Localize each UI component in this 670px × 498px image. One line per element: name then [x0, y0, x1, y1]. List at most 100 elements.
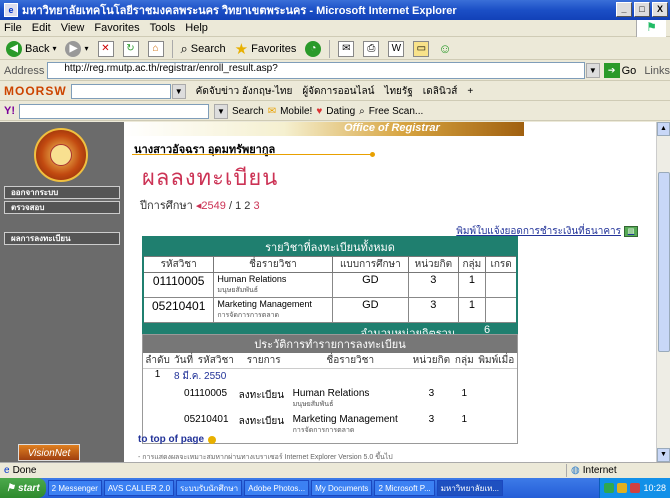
home-button[interactable]: ⌂: [145, 39, 167, 59]
course-name-cell: Human Relations มนุษยสัมพันธ์: [213, 272, 333, 298]
menu-tools[interactable]: Tools: [150, 22, 176, 34]
moorsw-link-3[interactable]: ไทยรัฐ: [384, 84, 412, 99]
go-label: Go: [621, 64, 637, 77]
course-name-cell: Marketing Management การจัดการการตลาด: [213, 297, 333, 323]
column-header: พิมพ์เมื่อ: [475, 353, 517, 369]
favorites-label: Favorites: [251, 42, 297, 55]
scroll-down-icon[interactable]: ▼: [657, 448, 670, 462]
menu-edit[interactable]: Edit: [32, 22, 51, 34]
start-button[interactable]: ⚑ start: [0, 478, 46, 498]
mail-button[interactable]: ✉: [335, 39, 357, 59]
moorsw-add-icon[interactable]: +: [467, 86, 473, 97]
tray-icon[interactable]: [617, 483, 628, 493]
vertical-scrollbar[interactable]: ▲ ▼: [656, 122, 670, 462]
task-photoshop[interactable]: Adobe Photos...: [244, 480, 310, 496]
edit-button[interactable]: W: [385, 39, 407, 59]
column-header: วันที่: [172, 353, 196, 369]
dating-link[interactable]: Dating: [326, 106, 355, 117]
semester-1[interactable]: 1: [235, 200, 241, 212]
credits: 3: [408, 297, 459, 323]
top-of-page-link[interactable]: to top of page: [138, 434, 217, 445]
moorsw-logo[interactable]: MOORSW: [4, 84, 67, 98]
close-button[interactable]: X: [652, 2, 668, 17]
year-link[interactable]: 2549: [201, 200, 225, 212]
entry-number: 1: [154, 369, 161, 380]
column-header: รายการ: [236, 353, 291, 369]
search-label: Search: [190, 42, 226, 55]
banner-title: Office of Registrar: [344, 122, 440, 134]
scroll-up-icon[interactable]: ▲: [657, 122, 670, 136]
print-button[interactable]: ⎙: [360, 39, 382, 59]
globe-icon: ◍: [571, 465, 580, 476]
tray-icon[interactable]: [604, 483, 615, 493]
refresh-button[interactable]: ↻: [120, 39, 142, 59]
search-dropdown-icon[interactable]: ▼: [214, 103, 228, 119]
credits: 3: [428, 388, 435, 399]
credits: 3: [428, 414, 435, 425]
favorites-button[interactable]: ★ Favorites: [232, 39, 300, 59]
visionnet-logo[interactable]: VisionNet: [18, 444, 80, 461]
course-name: Marketing Management: [292, 414, 398, 425]
group: 1: [461, 414, 468, 425]
year-selector: ปีการศึกษา ◂2549 / 1 2 3: [140, 200, 260, 212]
standard-toolbar: ◀ Back ▾ ▶ ▾ ✕ ↻ ⌂ ⌕ Search ★ Favorites …: [0, 38, 670, 60]
column-header: หน่วยกิต: [408, 256, 459, 273]
clock: 10:28: [643, 483, 666, 493]
free-scan-link[interactable]: Free Scan...: [369, 106, 423, 117]
task-messenger[interactable]: 2 Messenger: [47, 480, 102, 496]
go-button[interactable]: ➔ Go: [603, 63, 637, 78]
entry-date: 8 มี.ค. 2550: [174, 371, 227, 382]
menu-bar: File Edit View Favorites Tools Help ⚑: [0, 20, 670, 37]
semester-3[interactable]: 3: [253, 200, 259, 212]
address-input[interactable]: http://reg.rmutp.ac.th/registrar/enroll_…: [47, 62, 586, 79]
top-link-label: to top of page: [138, 434, 205, 445]
links-label[interactable]: Links: [644, 65, 670, 77]
menu-help[interactable]: Help: [185, 22, 208, 34]
scroll-thumb[interactable]: [658, 172, 670, 352]
nav-logout[interactable]: ออกจากระบบ: [4, 186, 120, 199]
course-name-th: มนุษยสัมพันธ์: [217, 287, 259, 294]
task-powerpoint[interactable]: 2 Microsoft P...: [374, 480, 435, 496]
mobile-link[interactable]: Mobile!: [280, 106, 312, 117]
maximize-button[interactable]: □: [634, 2, 650, 17]
search-button[interactable]: ⌕ Search: [178, 39, 229, 59]
address-dropdown-icon[interactable]: ▼: [586, 63, 600, 78]
messenger-button[interactable]: ☺: [435, 39, 454, 59]
search-toolbar-button[interactable]: Search: [232, 106, 264, 117]
task-ie-window[interactable]: มหาวิทยาลัยเท...: [436, 480, 504, 496]
search-toolbar-field[interactable]: [19, 103, 209, 119]
task-my-documents[interactable]: My Documents: [311, 480, 373, 496]
enrolled-courses-table: รายวิชาที่ลงทะเบียนทั้งหมด รหัสวิชา ชื่อ…: [142, 236, 518, 345]
taskbar: ⚑ start 2 Messenger AVS CALLER 2.0 ระบบร…: [0, 478, 670, 498]
history-panel: ประวัติการทำรายการลงทะเบียน ลำดับ วันที่…: [142, 334, 518, 444]
status-text: Done: [12, 465, 37, 476]
back-button[interactable]: ◀ Back ▾: [3, 39, 59, 59]
task-student-system[interactable]: ระบบรับนักศึกษา: [176, 480, 243, 496]
ie-icon: e: [4, 3, 18, 17]
moorsw-link-2[interactable]: ผู้จัดการออนไลน์: [302, 84, 374, 99]
task-avs-caller[interactable]: AVS CALLER 2.0: [103, 480, 175, 496]
refresh-icon: ↻: [122, 40, 139, 57]
left-navigation: ออกจากระบบ ตรวจสอบ ผลการลงทะเบียน Vision…: [0, 122, 124, 462]
moorsw-dropdown-icon[interactable]: ▼: [171, 83, 186, 99]
column-header: ชื่อรายวิชา: [213, 256, 333, 273]
menu-favorites[interactable]: Favorites: [94, 22, 139, 34]
tray-icon[interactable]: [630, 483, 641, 493]
moorsw-link-1[interactable]: คัดจับข่าว อังกฤษ-ไทย: [196, 84, 293, 99]
table-row: 01110005 ลงทะเบียน Human Relations มนุษย…: [143, 384, 517, 410]
moorsw-search-field[interactable]: [70, 83, 171, 99]
nav-enroll-result[interactable]: ผลการลงทะเบียน: [4, 232, 120, 245]
semester-2[interactable]: 2: [244, 200, 250, 212]
mail-toolbar-icon[interactable]: ✉: [268, 106, 276, 117]
menu-view[interactable]: View: [61, 22, 85, 34]
print-icon: ▤: [624, 226, 638, 237]
forward-button[interactable]: ▶ ▾: [62, 39, 91, 59]
menu-file[interactable]: File: [4, 22, 22, 34]
discuss-button[interactable]: ▭: [410, 39, 432, 59]
minimize-button[interactable]: _: [616, 2, 632, 17]
moorsw-link-4[interactable]: เดลินิวส์: [423, 84, 458, 99]
history-button[interactable]: ◔: [302, 39, 324, 59]
stop-button[interactable]: ✕: [95, 39, 117, 59]
nav-check[interactable]: ตรวจสอบ: [4, 201, 120, 214]
column-header: เกรด: [485, 256, 518, 273]
